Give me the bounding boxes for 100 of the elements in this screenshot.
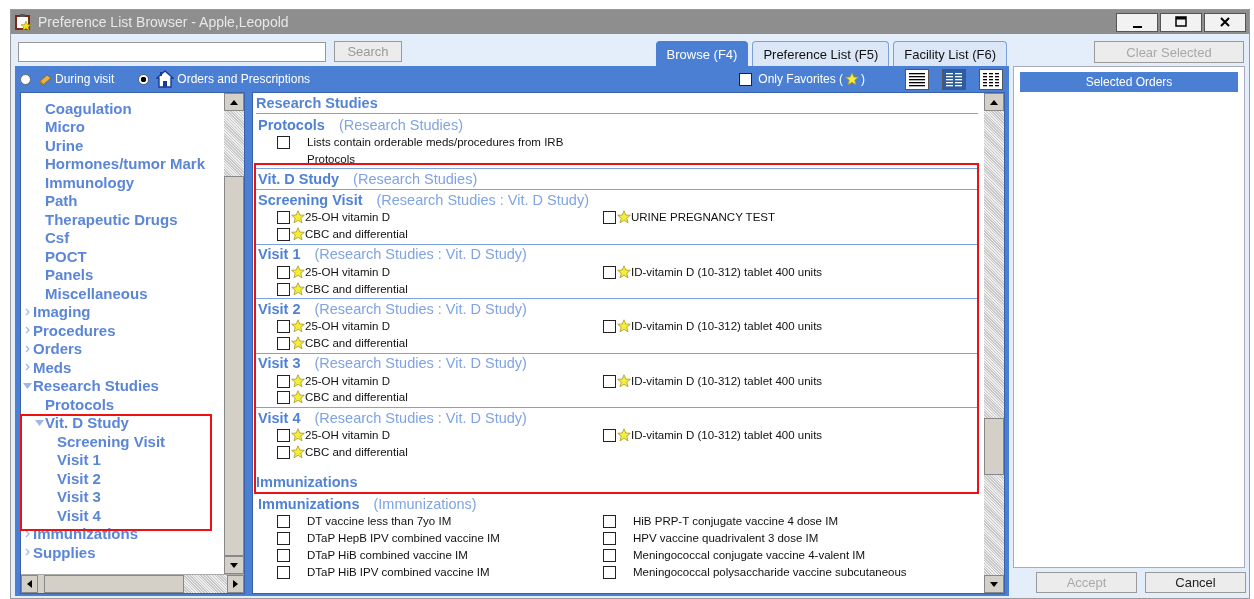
scrollbar[interactable] bbox=[21, 574, 244, 593]
checkbox[interactable] bbox=[277, 429, 290, 443]
minimize-button[interactable] bbox=[1116, 12, 1158, 32]
scroll-thumb[interactable] bbox=[984, 418, 1004, 476]
tree-item[interactable]: Therapeutic Drugs bbox=[45, 210, 178, 228]
close-button[interactable] bbox=[1204, 12, 1246, 32]
search-button[interactable]: Search bbox=[334, 41, 402, 62]
order-item: ID-vitamin D (10-312) tablet 400 units bbox=[631, 319, 823, 335]
dialog-button[interactable]: Cancel bbox=[1145, 571, 1246, 593]
tree-item[interactable]: Imaging bbox=[33, 303, 91, 321]
tree-item[interactable]: Supplies bbox=[33, 543, 96, 561]
checkbox[interactable] bbox=[277, 136, 290, 149]
scroll-up-button[interactable] bbox=[224, 93, 244, 111]
tree-item[interactable]: Visit 4 bbox=[57, 506, 101, 524]
favorites-label[interactable]: ) bbox=[861, 72, 865, 86]
tree-item[interactable]: Procedures bbox=[33, 321, 116, 339]
tree-item[interactable]: Urine bbox=[45, 136, 84, 154]
group-heading[interactable]: Visit 4 bbox=[258, 409, 301, 426]
tree-item[interactable]: Csf bbox=[45, 229, 70, 247]
order-item: HPV vaccine quadrivalent 3 dose IM bbox=[633, 531, 819, 547]
checkbox[interactable] bbox=[277, 565, 290, 579]
group-heading[interactable]: Protocols bbox=[258, 116, 325, 133]
maximize-icon bbox=[1175, 16, 1187, 28]
scroll-right-button[interactable] bbox=[227, 575, 244, 593]
columns-view-button[interactable] bbox=[942, 68, 966, 90]
tree-item[interactable]: Visit 3 bbox=[57, 488, 101, 506]
checkbox[interactable] bbox=[277, 391, 290, 405]
group-path: (Research Studies : Vit. D Study) bbox=[376, 191, 589, 208]
scrollbar[interactable] bbox=[984, 93, 1004, 593]
tree-item[interactable]: Research Studies bbox=[33, 377, 159, 395]
tab[interactable]: Browse (F4) bbox=[655, 41, 749, 66]
tree-item[interactable]: Path bbox=[45, 192, 78, 210]
checkbox[interactable] bbox=[603, 532, 616, 546]
checkbox[interactable] bbox=[277, 374, 290, 388]
collapsed-icon[interactable] bbox=[25, 529, 30, 538]
group-heading[interactable]: Vit. D Study bbox=[258, 170, 340, 187]
tree-item[interactable]: Micro bbox=[45, 118, 85, 136]
tree-item[interactable]: Meds bbox=[33, 358, 72, 376]
scroll-down-button[interactable] bbox=[224, 556, 244, 574]
grid-view-button[interactable] bbox=[979, 68, 1003, 90]
favorites-label[interactable]: Only Favorites ( bbox=[758, 72, 843, 86]
tab[interactable]: Facility List (F6) bbox=[893, 41, 1007, 66]
list-view-button[interactable] bbox=[905, 68, 929, 90]
group-heading[interactable]: Screening Visit bbox=[258, 191, 363, 208]
checkbox[interactable] bbox=[277, 211, 290, 225]
checkbox[interactable] bbox=[603, 374, 616, 388]
checkbox[interactable] bbox=[603, 211, 616, 225]
checkbox[interactable] bbox=[603, 565, 616, 579]
tree-item[interactable]: Coagulation bbox=[45, 99, 132, 117]
maximize-button[interactable] bbox=[1160, 12, 1202, 32]
checkbox[interactable] bbox=[277, 265, 290, 279]
tree-item[interactable]: Miscellaneous bbox=[45, 284, 148, 302]
tree-item[interactable]: Visit 2 bbox=[57, 469, 101, 487]
tab[interactable]: Preference List (F5) bbox=[752, 41, 890, 66]
tree-item[interactable]: Orders bbox=[33, 340, 83, 358]
checkbox[interactable] bbox=[277, 228, 290, 242]
tree-item[interactable]: Visit 1 bbox=[57, 451, 101, 469]
checkbox[interactable] bbox=[277, 336, 290, 350]
scroll-left-button[interactable] bbox=[21, 575, 38, 593]
order-item: CBC and differential bbox=[305, 335, 408, 351]
checkbox[interactable] bbox=[277, 320, 290, 334]
radio-button[interactable] bbox=[20, 73, 31, 85]
tree-item[interactable]: Immunology bbox=[45, 173, 135, 191]
tree-item[interactable]: Protocols bbox=[45, 395, 115, 413]
tree-item[interactable]: Screening Visit bbox=[57, 432, 166, 450]
group-heading[interactable]: Visit 2 bbox=[258, 300, 301, 317]
checkbox[interactable] bbox=[603, 548, 616, 562]
scroll-thumb[interactable] bbox=[224, 176, 244, 556]
checkbox[interactable] bbox=[739, 72, 753, 86]
checkbox[interactable] bbox=[603, 429, 616, 443]
checkbox[interactable] bbox=[603, 320, 616, 334]
tree-item[interactable]: Panels bbox=[45, 266, 94, 284]
order-item: DTaP HiB combined vaccine IM bbox=[307, 547, 468, 563]
pencil-icon bbox=[38, 72, 52, 86]
tree-item[interactable]: Vit. D Study bbox=[45, 414, 129, 432]
checkbox[interactable] bbox=[603, 265, 616, 279]
group-heading[interactable]: Visit 1 bbox=[258, 246, 301, 263]
group-path: (Research Studies) bbox=[353, 170, 478, 187]
tree-item[interactable]: POCT bbox=[45, 247, 87, 265]
radio-button[interactable] bbox=[138, 73, 150, 85]
checkbox[interactable] bbox=[277, 282, 290, 296]
order-item: ID-vitamin D (10-312) tablet 400 units bbox=[631, 373, 823, 389]
order-item: 25-OH vitamin D bbox=[305, 428, 390, 444]
checkbox[interactable] bbox=[277, 548, 290, 562]
tree-item[interactable]: Hormones/tumor Mark bbox=[45, 155, 206, 173]
scroll-up-button[interactable] bbox=[984, 93, 1004, 111]
order-item: CBC and differential bbox=[305, 281, 408, 297]
search-field[interactable] bbox=[18, 42, 326, 62]
group-path: (Research Studies : Vit. D Study) bbox=[314, 300, 527, 317]
window-title: Preference List Browser - Apple,Leopold bbox=[38, 14, 290, 30]
checkbox[interactable] bbox=[603, 515, 616, 529]
scroll-down-button[interactable] bbox=[984, 575, 1004, 593]
scrollbar[interactable] bbox=[224, 93, 244, 574]
order-item: CBC and differential bbox=[305, 444, 408, 460]
group-heading[interactable]: Visit 3 bbox=[258, 355, 301, 372]
scroll-thumb[interactable] bbox=[44, 575, 184, 593]
checkbox[interactable] bbox=[277, 532, 290, 546]
checkbox[interactable] bbox=[277, 445, 290, 459]
checkbox[interactable] bbox=[277, 515, 290, 529]
group-heading[interactable]: Immunizations bbox=[258, 495, 360, 512]
